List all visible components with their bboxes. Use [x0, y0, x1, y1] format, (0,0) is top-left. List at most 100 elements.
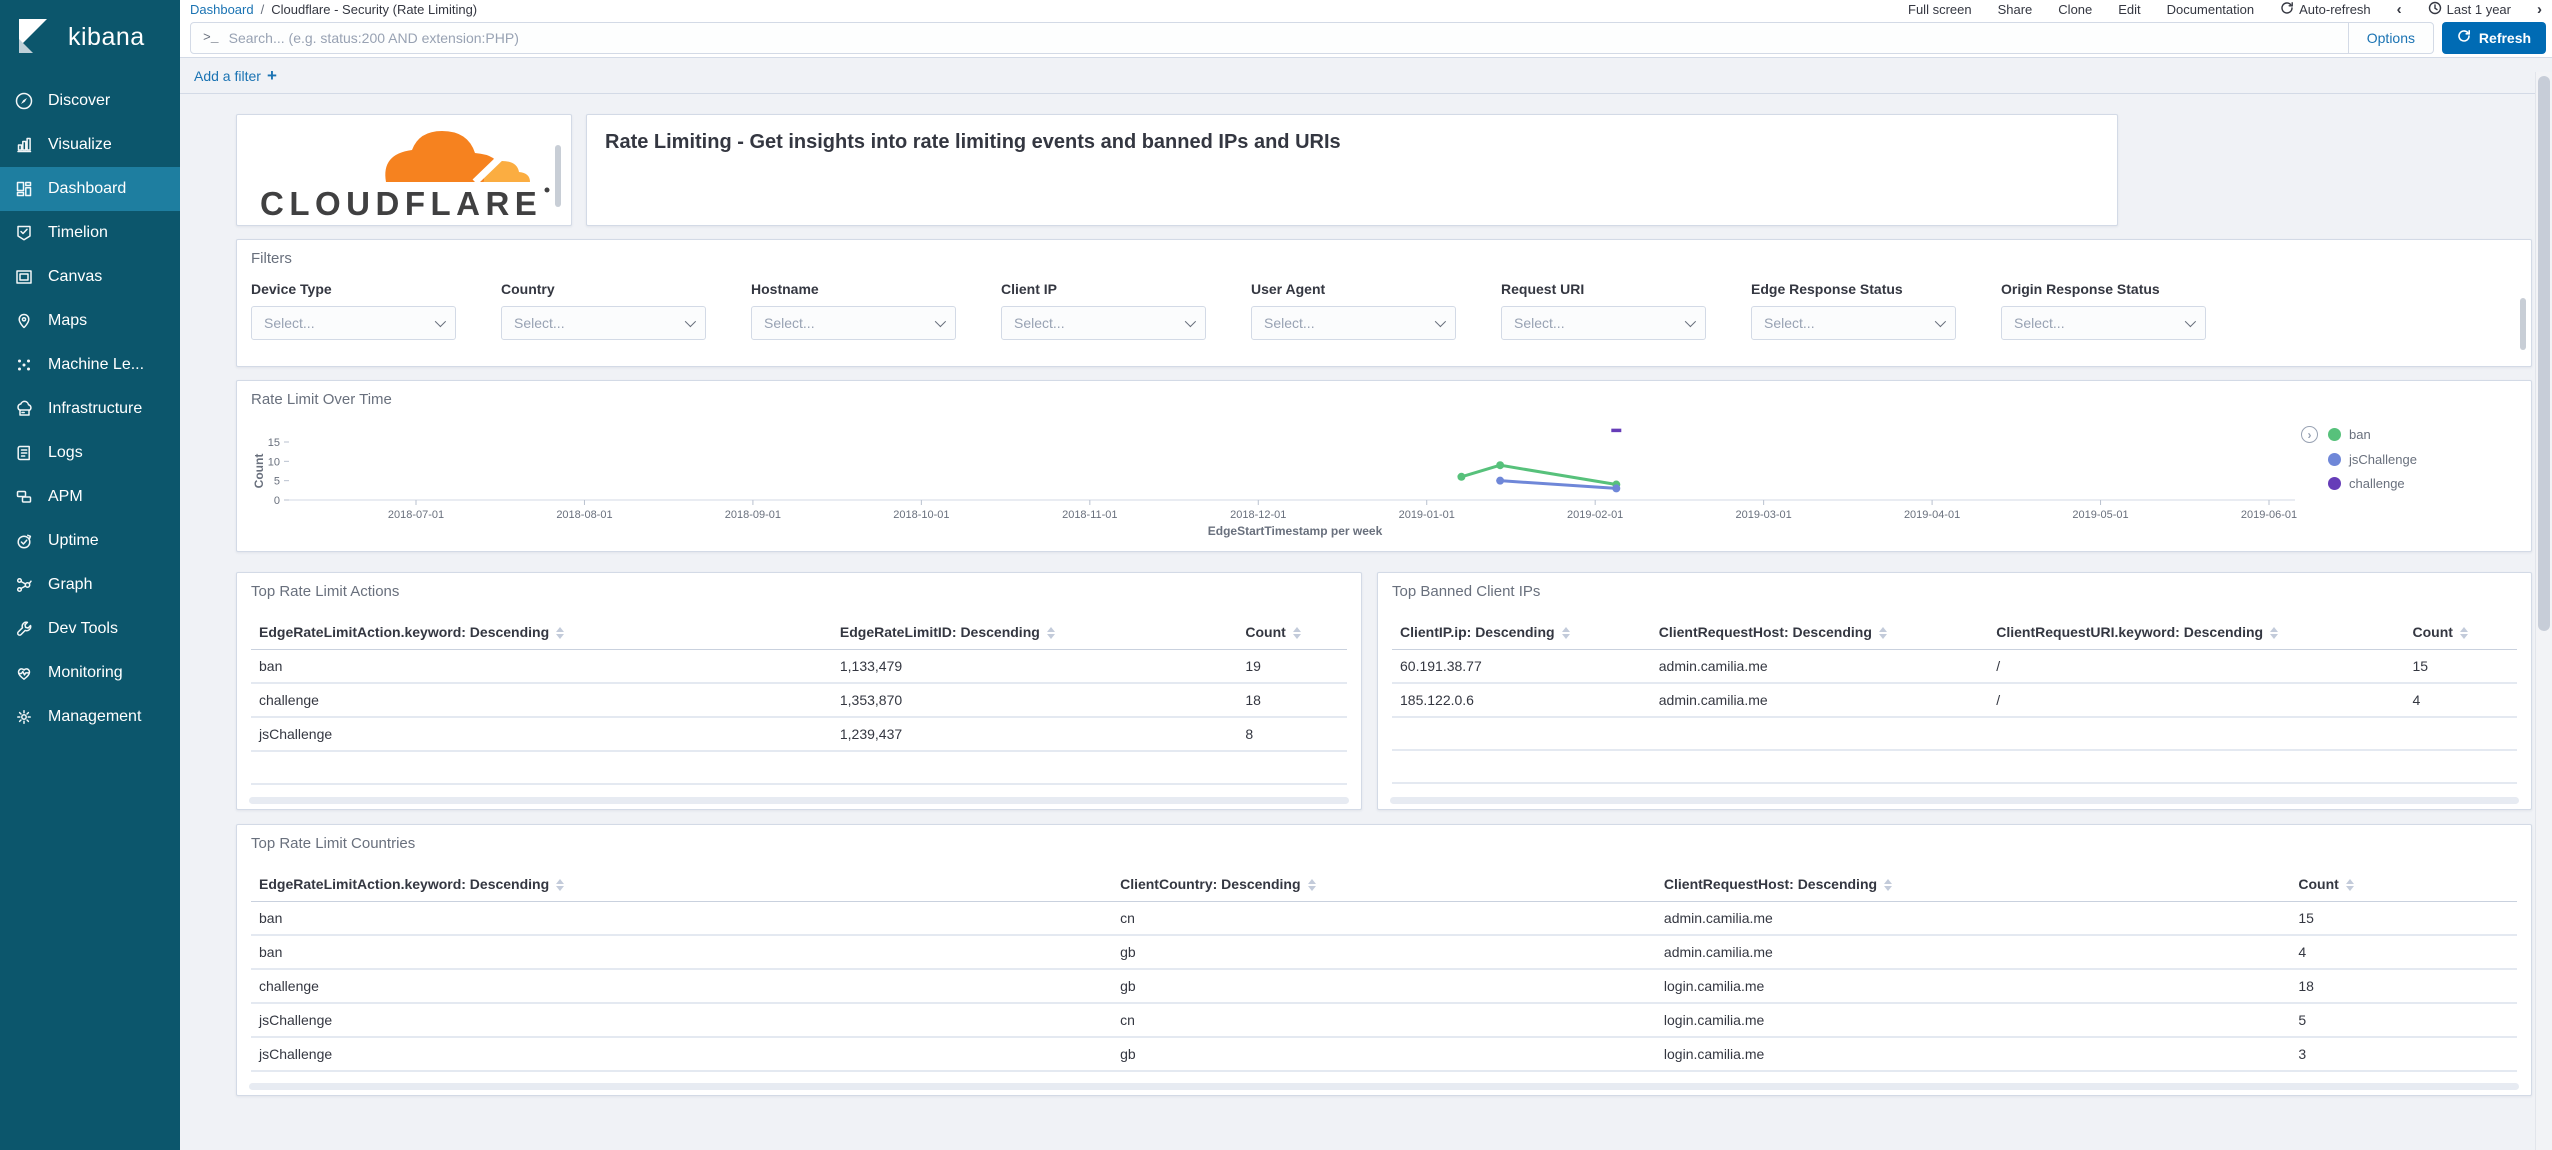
svg-text:2018-11-01: 2018-11-01 [1062, 509, 1117, 521]
refresh-button[interactable]: Refresh [2442, 21, 2546, 54]
search-input[interactable] [228, 29, 2348, 46]
cloudflare-cloud-icon: CLOUDFLARE [260, 131, 550, 222]
legend-toggle-icon[interactable]: › [2301, 426, 2318, 443]
clone-button[interactable]: Clone [2058, 2, 2092, 17]
country-select[interactable]: Select... [501, 306, 706, 340]
breadcrumb-dashboard-link[interactable]: Dashboard [190, 2, 254, 17]
filter-bar: Add a filter + [180, 58, 2552, 94]
filter-request-uri: Request URI Select... [1501, 281, 1706, 340]
svg-text:2018-09-01: 2018-09-01 [725, 509, 781, 521]
sidebar-item-apm[interactable]: APM [0, 475, 180, 519]
column-header[interactable]: ClientRequestURI.keyword: Descending [1988, 614, 2405, 650]
dashboard-grid: CLOUDFLARE Rate Limiting - Get insights … [180, 94, 2552, 1150]
filter-edge-response-status: Edge Response Status Select... [1751, 281, 1956, 340]
sidebar-item-machine-learning[interactable]: Machine Le... [0, 343, 180, 387]
table-row: jsChallenge 1,239,437 8 [251, 717, 1347, 752]
column-header[interactable]: ClientCountry: Descending [1112, 866, 1656, 902]
sort-icon [1884, 879, 1893, 892]
sidebar-item-timelion[interactable]: Timelion [0, 211, 180, 255]
user-agent-select[interactable]: Select... [1251, 306, 1456, 340]
sidebar-item-monitoring[interactable]: Monitoring [0, 651, 180, 695]
clock-icon [2428, 1, 2442, 18]
column-header[interactable]: Count [1237, 614, 1347, 650]
add-filter-button[interactable]: Add a filter + [194, 66, 277, 86]
horizontal-scrollbar[interactable] [1390, 797, 2519, 804]
filters-panel: Filters Device Type Select... Country Se… [236, 239, 2532, 367]
time-back-button[interactable]: ‹ [2397, 1, 2402, 18]
full-screen-button[interactable]: Full screen [1908, 2, 1972, 17]
query-bar: >_ Options Refresh [180, 18, 2552, 58]
rate-limit-actions-table: EdgeRateLimitAction.keyword: Descending … [251, 614, 1347, 785]
cloudflare-logo-panel: CLOUDFLARE [236, 114, 572, 226]
column-header[interactable]: EdgeRateLimitID: Descending [831, 614, 1238, 650]
time-forward-button[interactable]: › [2537, 1, 2542, 18]
column-header[interactable]: ClientRequestHost: Descending [1650, 614, 1989, 650]
legend-item-ban[interactable]: ban [2349, 427, 2371, 442]
window-scrollbar[interactable] [2535, 72, 2552, 1150]
table-panel-title: Top Banned Client IPs [1392, 583, 1541, 600]
svg-text:2019-02-01: 2019-02-01 [1567, 509, 1623, 521]
kibana-logo-text: kibana [68, 23, 145, 51]
column-header[interactable]: ClientRequestHost: Descending [1655, 866, 2291, 902]
request-uri-select[interactable]: Select... [1501, 306, 1706, 340]
filter-label: Hostname [751, 281, 819, 297]
time-range-picker[interactable]: Last 1 year [2428, 1, 2511, 18]
filter-label: Device Type [251, 281, 332, 297]
client-ip-select[interactable]: Select... [1001, 306, 1206, 340]
panel-scrollbar[interactable] [555, 145, 561, 207]
legend-item-challenge[interactable]: challenge [2349, 476, 2405, 491]
table-row: ban cn admin.camilia.me 15 [251, 901, 2517, 936]
infrastructure-icon [14, 399, 34, 419]
scrollbar-thumb[interactable] [2538, 76, 2550, 631]
sidebar-item-label: Dev Tools [48, 620, 118, 637]
column-header[interactable]: EdgeRateLimitAction.keyword: Descending [251, 614, 832, 650]
share-button[interactable]: Share [1998, 2, 2033, 17]
maps-icon [14, 311, 34, 331]
timelion-icon [14, 223, 34, 243]
plus-icon: + [266, 65, 277, 85]
query-options-button[interactable]: Options [2347, 22, 2433, 53]
sort-icon [2459, 627, 2468, 640]
filters-panel-title: Filters [251, 250, 292, 267]
sidebar-item-visualize[interactable]: Visualize [0, 123, 180, 167]
sidebar-item-management[interactable]: Management [0, 695, 180, 739]
svg-text:0: 0 [274, 495, 280, 507]
sidebar-item-infrastructure[interactable]: Infrastructure [0, 387, 180, 431]
filter-hostname: Hostname Select... [751, 281, 956, 340]
legend-item-jschallenge[interactable]: jsChallenge [2349, 452, 2417, 467]
sidebar-item-dev-tools[interactable]: Dev Tools [0, 607, 180, 651]
svg-text:Count: Count [252, 454, 266, 489]
sidebar-item-logs[interactable]: Logs [0, 431, 180, 475]
breadcrumb: Dashboard / Cloudflare - Security (Rate Li… [190, 2, 477, 17]
origin-response-status-select[interactable]: Select... [2001, 306, 2206, 340]
monitoring-icon [14, 663, 34, 683]
sidebar-item-uptime[interactable]: Uptime [0, 519, 180, 563]
device-type-select[interactable]: Select... [251, 306, 456, 340]
hostname-select[interactable]: Select... [751, 306, 956, 340]
chevron-down-icon [434, 315, 447, 328]
column-header[interactable]: Count [2290, 866, 2517, 902]
panel-scrollbar[interactable] [2520, 298, 2526, 350]
filter-label: User Agent [1251, 281, 1326, 297]
table-row: jsChallenge cn login.camilia.me 5 [251, 1003, 2517, 1038]
column-header[interactable]: Count [2404, 614, 2517, 650]
sidebar-item-canvas[interactable]: Canvas [0, 255, 180, 299]
rate-limit-time-chart[interactable]: 0 5 10 15 2018-07-01 2018-08-01 2018-09-01 2018… [251, 408, 2301, 540]
sidebar-item-graph[interactable]: Graph [0, 563, 180, 607]
chart-legend: › ban jsChallenge challenge [2301, 408, 2506, 540]
horizontal-scrollbar[interactable] [249, 797, 1349, 804]
auto-refresh-button[interactable]: Auto-refresh [2280, 1, 2371, 18]
filter-label: Client IP [1001, 281, 1058, 297]
edge-response-status-select[interactable]: Select... [1751, 306, 1956, 340]
sidebar-item-discover[interactable]: Discover [0, 79, 180, 123]
sidebar-item-dashboard[interactable]: Dashboard [0, 167, 180, 211]
kibana-home[interactable]: kibana [0, 0, 180, 79]
column-header[interactable]: EdgeRateLimitAction.keyword: Descending [251, 866, 1113, 902]
documentation-link[interactable]: Documentation [2167, 2, 2254, 17]
column-header[interactable]: ClientIP.ip: Descending [1392, 614, 1651, 650]
edit-button[interactable]: Edit [2118, 2, 2140, 17]
horizontal-scrollbar[interactable] [249, 1083, 2519, 1090]
chevron-down-icon [2184, 315, 2197, 328]
sidebar-item-maps[interactable]: Maps [0, 299, 180, 343]
filter-client-ip: Client IP Select... [1001, 281, 1206, 340]
